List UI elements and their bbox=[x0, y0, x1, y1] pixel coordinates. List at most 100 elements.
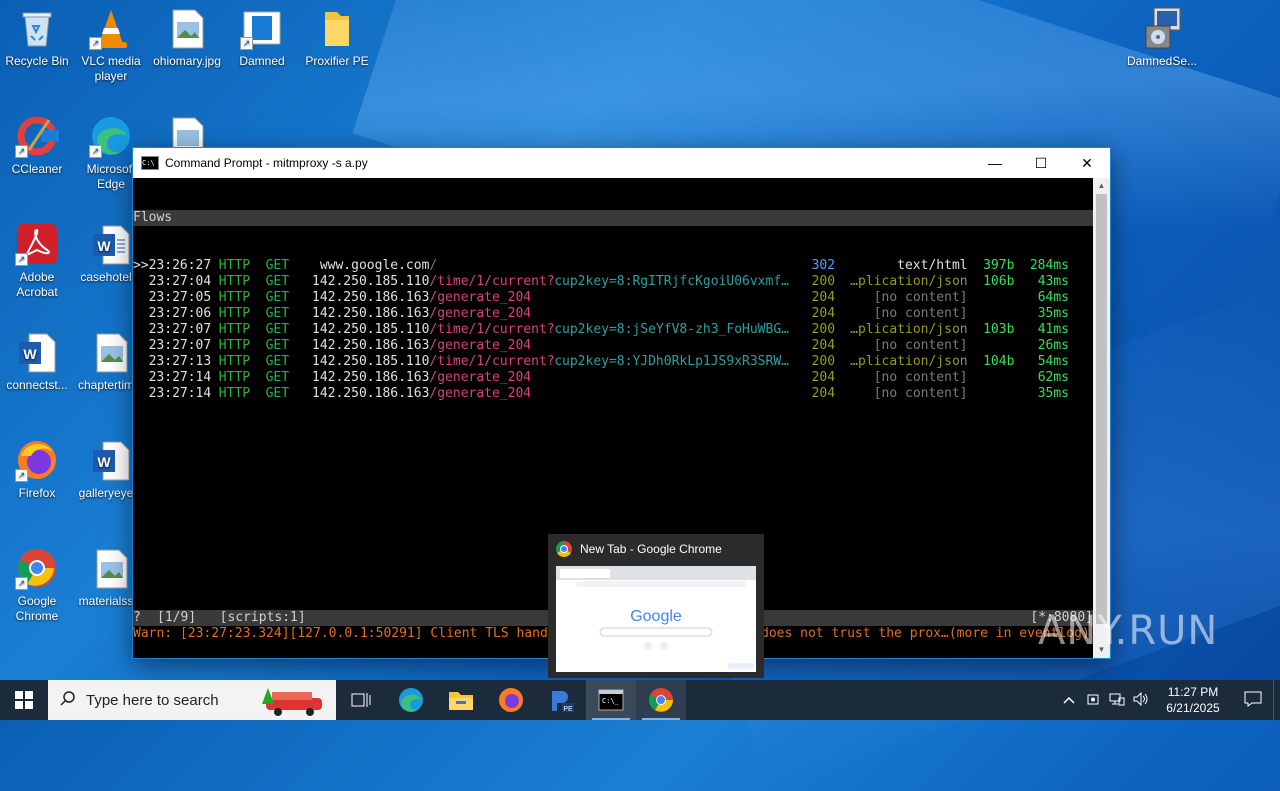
show-desktop-button[interactable] bbox=[1273, 680, 1280, 720]
flow-size: 103b bbox=[983, 322, 1015, 337]
flow-row[interactable]: 23:27:14 HTTP GET 142.250.186.163/generate_… bbox=[133, 386, 1093, 402]
desktop-icon-acrobat[interactable]: ↗ Adobe Acrobat bbox=[0, 216, 74, 300]
taskbar-edge[interactable] bbox=[386, 680, 436, 720]
desktop-icon-connectst[interactable]: W connectst... bbox=[0, 324, 74, 393]
flow-row[interactable]: >> 23:26:27 HTTP GET www.google.com/ 302 text/… bbox=[133, 258, 1093, 274]
desktop-icon-recycle-bin[interactable]: Recycle Bin bbox=[0, 0, 74, 69]
flow-code: 200 bbox=[811, 354, 836, 369]
flow-row[interactable]: 23:27:14 HTTP GET 142.250.186.163/generate_… bbox=[133, 370, 1093, 386]
desktop-icon-proxifier[interactable]: Proxifier PE bbox=[300, 0, 374, 69]
desktop-icon-label: CCleaner bbox=[11, 162, 63, 176]
flow-row[interactable]: 23:27:06 HTTP GET 142.250.186.163/generate_… bbox=[133, 306, 1093, 322]
shortcut-arrow-icon: ↗ bbox=[15, 577, 28, 590]
flows-header: Flows bbox=[133, 210, 1093, 226]
flow-proto: HTTP bbox=[218, 306, 251, 321]
close-button[interactable]: ✕ bbox=[1064, 148, 1110, 178]
clock[interactable]: 11:27 PM 6/21/2025 bbox=[1153, 684, 1233, 716]
flow-query: cup2key=8:jSeYfV8-zh3_FoHuWBG… bbox=[554, 322, 789, 337]
svg-text:PE: PE bbox=[563, 706, 573, 713]
security-icon[interactable] bbox=[1081, 692, 1105, 709]
flow-time: 23:27:14 bbox=[148, 370, 212, 385]
network-icon[interactable] bbox=[1105, 692, 1129, 709]
vlc-cone-icon: ↗ bbox=[89, 6, 133, 50]
flow-type: [no content] bbox=[873, 290, 968, 305]
desktop-icon-label: VLC media player bbox=[81, 54, 141, 83]
taskbar-proxifier[interactable]: PE bbox=[536, 680, 586, 720]
anyrun-watermark: ANY.RUN bbox=[1038, 608, 1219, 654]
flow-method: GET bbox=[265, 258, 290, 273]
flow-dur: 284ms bbox=[1029, 258, 1069, 273]
edge-icon bbox=[399, 688, 423, 712]
flow-code: 204 bbox=[811, 370, 836, 385]
flow-proto: HTTP bbox=[218, 290, 251, 305]
desktop-icon-damned[interactable]: ↗ Damned bbox=[225, 0, 299, 69]
flow-size: 104b bbox=[983, 354, 1015, 369]
taskbar-command-prompt[interactable]: C:\_ bbox=[586, 680, 636, 720]
chrome-thumbnail-preview[interactable]: New Tab - Google Chrome Google bbox=[548, 534, 764, 678]
flow-dur: 43ms bbox=[1037, 274, 1069, 289]
flow-type: …plication/json bbox=[850, 274, 968, 289]
flow-time: 23:27:07 bbox=[148, 322, 212, 337]
flow-type: [no content] bbox=[873, 306, 968, 321]
flow-time: 23:26:27 bbox=[148, 258, 212, 273]
desktop-icon-label: Adobe Acrobat bbox=[16, 270, 58, 299]
scroll-up-icon[interactable]: ▲ bbox=[1093, 178, 1110, 194]
desktop-icon-damnedse[interactable]: DamnedSe... bbox=[1125, 0, 1199, 69]
desktop-icon-label: Damned bbox=[239, 54, 285, 68]
flow-type: text/html bbox=[897, 258, 968, 273]
flow-host: 142.250.185.110 bbox=[312, 354, 430, 369]
flow-row[interactable]: 23:27:04 HTTP GET 142.250.185.110/time/1/cu… bbox=[133, 274, 1093, 290]
maximize-button[interactable]: ☐ bbox=[1018, 148, 1064, 178]
windows-logo-icon bbox=[15, 691, 33, 709]
scrollbar-thumb[interactable] bbox=[1096, 194, 1107, 624]
flow-path: /time/1/current? bbox=[429, 322, 555, 337]
notification-icon[interactable] bbox=[1233, 691, 1273, 710]
system-tray: 11:27 PM 6/21/2025 bbox=[1057, 680, 1280, 720]
taskbar-file-explorer[interactable] bbox=[436, 680, 486, 720]
svg-text:W: W bbox=[97, 454, 111, 470]
volume-icon[interactable] bbox=[1129, 691, 1153, 709]
flow-size: 397b bbox=[983, 258, 1015, 273]
vertical-scrollbar[interactable]: ▲ ▼ bbox=[1093, 178, 1110, 658]
shortcut-arrow-icon: ↗ bbox=[89, 37, 102, 50]
flow-code: 204 bbox=[811, 306, 836, 321]
folder-icon bbox=[449, 692, 473, 710]
flow-proto: HTTP bbox=[218, 258, 251, 273]
flow-size: 106b bbox=[983, 274, 1015, 289]
clock-time: 11:27 PM bbox=[1167, 685, 1219, 699]
flow-code: 200 bbox=[811, 322, 836, 337]
desktop-icon-chrome[interactable]: ↗ Google Chrome bbox=[0, 540, 74, 624]
flow-method: GET bbox=[265, 386, 290, 401]
flow-method: GET bbox=[265, 322, 290, 337]
flow-method: GET bbox=[265, 290, 290, 305]
flow-row[interactable]: 23:27:07 HTTP GET 142.250.186.163/generate_… bbox=[133, 338, 1093, 354]
flow-type: [no content] bbox=[873, 386, 968, 401]
desktop-icon-firefox[interactable]: ↗ Firefox bbox=[0, 432, 74, 501]
task-view-button[interactable] bbox=[336, 680, 386, 720]
flow-method: GET bbox=[265, 354, 290, 369]
taskbar-firefox[interactable] bbox=[486, 680, 536, 720]
flow-type: …plication/json bbox=[850, 322, 968, 337]
desktop-icon-ohiomary[interactable]: ohiomary.jpg bbox=[150, 0, 224, 69]
flow-row[interactable]: 23:27:07 HTTP GET 142.250.185.110/time/1/cu… bbox=[133, 322, 1093, 338]
thumbnail-title: New Tab - Google Chrome bbox=[580, 542, 722, 556]
flow-query: cup2key=8:YJDh0RkLp1JS9xR3SRW… bbox=[554, 354, 789, 369]
word-doc-icon: W bbox=[15, 330, 59, 374]
taskbar-search-box[interactable]: Type here to search bbox=[48, 680, 336, 720]
taskbar-chrome[interactable] bbox=[636, 680, 686, 720]
flow-path: /time/1/current? bbox=[429, 354, 555, 369]
flow-row[interactable]: 23:27:13 HTTP GET 142.250.185.110/time/1/cu… bbox=[133, 354, 1093, 370]
window-titlebar[interactable]: C:\ Command Prompt - mitmproxy -s a.py —… bbox=[133, 148, 1110, 178]
flow-dur: 54ms bbox=[1037, 354, 1069, 369]
svg-text:W: W bbox=[97, 238, 111, 254]
flow-code: 302 bbox=[811, 258, 836, 273]
desktop-icon-ccleaner[interactable]: ↗ CCleaner bbox=[0, 108, 74, 177]
minimize-button[interactable]: — bbox=[972, 148, 1018, 178]
window-title: Command Prompt - mitmproxy -s a.py bbox=[165, 156, 368, 170]
flow-row[interactable]: 23:27:05 HTTP GET 142.250.186.163/generate_… bbox=[133, 290, 1093, 306]
warning-text: Warn: [23:27:23.324][127.0.0.1:50291] Cl… bbox=[133, 626, 548, 641]
start-button[interactable] bbox=[0, 680, 48, 720]
task-view-icon bbox=[351, 693, 371, 707]
show-hidden-icons-chevron-up-icon[interactable] bbox=[1057, 693, 1081, 707]
desktop-icon-vlc[interactable]: ↗ VLC media player bbox=[74, 0, 148, 84]
